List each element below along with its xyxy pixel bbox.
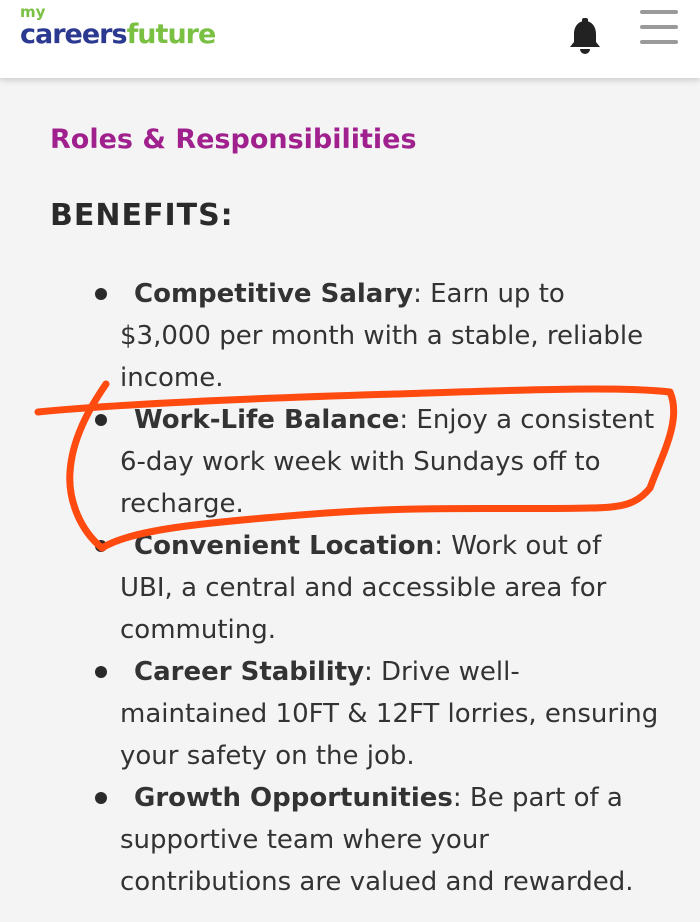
bullet-icon [95,792,107,804]
logo-wordmark: careersfuture [20,19,217,50]
benefits-heading: BENEFITS: [50,198,234,233]
roles-responsibilities-link[interactable]: Roles & Responsibilities [50,124,417,155]
menu-line-icon [640,40,678,44]
benefit-item-convenient-location: Convenient Location: Work out of UBI, a … [0,525,700,651]
benefits-list: Competitive Salary: Earn up to $3,000 pe… [0,273,700,903]
bullet-icon [95,666,107,678]
benefit-title: Convenient Location [134,531,435,561]
benefit-item-growth-opportunities: Growth Opportunities: Be part of a suppo… [0,777,700,903]
menu-line-icon [640,25,678,29]
job-description-content: Roles & Responsibilities BENEFITS: Compe… [0,78,700,922]
bullet-icon [95,288,107,300]
hamburger-menu-icon[interactable] [636,8,682,46]
top-navigation-bar: my careersfuture [0,0,700,78]
logo-careers-text: careers [20,19,128,50]
benefit-title: Competitive Salary [134,279,414,309]
bullet-icon [95,414,107,426]
logo-future-text: future [126,19,217,50]
bullet-icon [95,540,107,552]
bell-icon[interactable] [568,18,602,56]
benefit-item-career-stability: Career Stability: Drive well-maintained … [0,651,700,777]
logo-my-text: my [20,3,46,21]
benefit-item-work-life-balance: Work-Life Balance: Enjoy a consistent 6-… [0,399,700,525]
benefit-item-competitive-salary: Competitive Salary: Earn up to $3,000 pe… [0,273,700,399]
benefit-title: Growth Opportunities [134,783,453,813]
mycareersfuture-logo[interactable]: my careersfuture [20,3,217,50]
menu-line-icon [640,10,678,14]
benefit-title: Career Stability [134,657,365,687]
benefit-title: Work-Life Balance [134,405,400,435]
